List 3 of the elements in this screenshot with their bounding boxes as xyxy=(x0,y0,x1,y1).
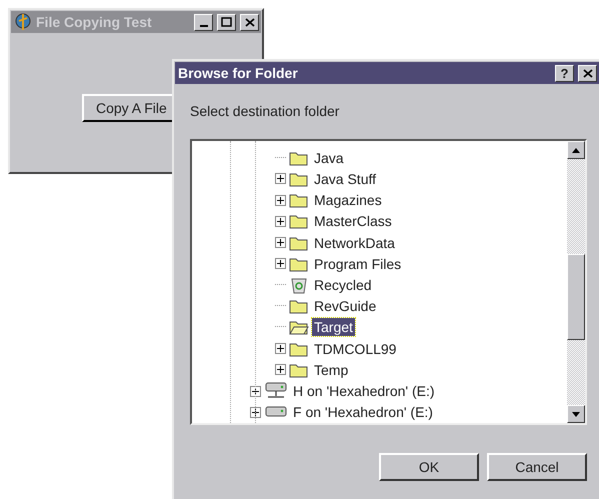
window-title: File Copying Test xyxy=(36,14,153,30)
prompt-text: Select destination folder xyxy=(190,103,340,119)
dialog-title: Browse for Folder xyxy=(178,65,299,81)
